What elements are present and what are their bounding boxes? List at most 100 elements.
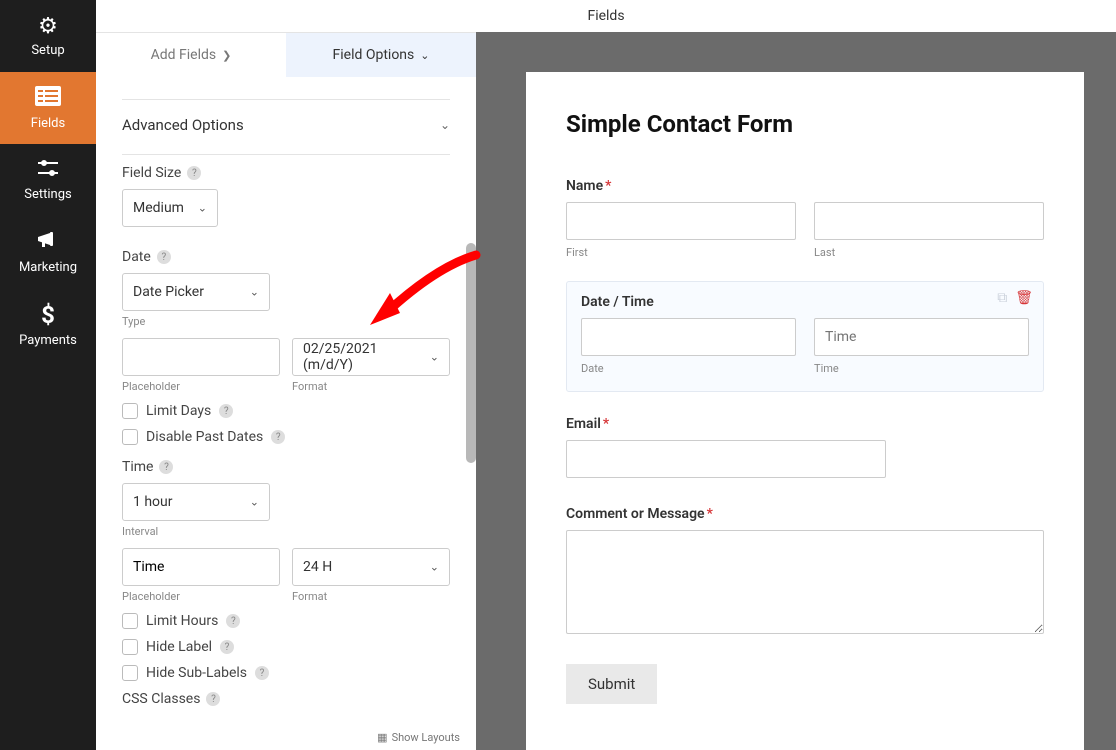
input-date-placeholder[interactable] (122, 338, 280, 376)
label-css-classes: CSS Classes ? (122, 691, 450, 707)
dollar-icon: $ (41, 301, 55, 329)
trash-icon[interactable]: 🗑 (1015, 290, 1033, 306)
divider (122, 154, 450, 155)
checkbox-icon (122, 429, 138, 445)
field-label-name: Name* (566, 178, 1044, 194)
input-last-name[interactable] (814, 202, 1044, 240)
form-icon (35, 86, 61, 112)
sublabel-type: Type (122, 315, 450, 328)
required-icon: * (605, 178, 611, 194)
show-layouts-link[interactable]: ▦ Show Layouts (377, 731, 460, 744)
form-preview: Simple Contact Form Name* First Last ⧉ 🗑… (526, 72, 1084, 750)
tab-add-fields[interactable]: Add Fields ❯ (96, 33, 286, 77)
required-icon: * (707, 506, 713, 522)
select-value: Date Picker (133, 284, 204, 300)
select-field-size[interactable]: Medium ⌄ (122, 189, 218, 227)
tab-label: Field Options (333, 47, 415, 63)
sidebar-item-label: Setup (31, 43, 64, 58)
field-label-email: Email* (566, 416, 1044, 432)
help-icon[interactable]: ? (220, 640, 234, 654)
panel-body: Advanced Options ⌄ Field Size ? Medium ⌄… (96, 77, 476, 750)
submit-button[interactable]: Submit (566, 664, 657, 704)
input-date[interactable] (581, 318, 796, 356)
label-date: Date ? (122, 249, 450, 265)
chevron-down-icon: ⌄ (420, 49, 429, 62)
options-panel: Add Fields ❯ Field Options ⌄ Advanced Op… (96, 32, 476, 750)
grid-icon: ▦ (377, 731, 387, 744)
checkbox-disable-past[interactable]: Disable Past Dates ? (122, 429, 450, 445)
tab-field-options[interactable]: Field Options ⌄ (286, 33, 476, 77)
checkbox-icon (122, 403, 138, 419)
scrollbar[interactable] (466, 243, 476, 463)
sidebar-item-settings[interactable]: Settings (0, 144, 96, 216)
select-time-interval[interactable]: 1 hour ⌄ (122, 483, 270, 521)
checkbox-limit-hours[interactable]: Limit Hours ? (122, 613, 450, 629)
sublabel-format: Format (292, 380, 450, 393)
preview-area: Simple Contact Form Name* First Last ⧉ 🗑… (476, 32, 1116, 750)
help-icon[interactable]: ? (226, 614, 240, 628)
label-field-size: Field Size ? (122, 165, 450, 181)
sidebar-item-fields[interactable]: Fields (0, 72, 96, 144)
sidebar-item-marketing[interactable]: Marketing (0, 216, 96, 288)
checkbox-icon (122, 613, 138, 629)
input-email[interactable] (566, 440, 886, 478)
help-icon[interactable]: ? (157, 250, 171, 264)
help-icon[interactable]: ? (219, 404, 233, 418)
section-advanced-options[interactable]: Advanced Options ⌄ (122, 100, 450, 146)
select-value: Medium (133, 200, 184, 216)
topbar: Fields (96, 0, 1116, 32)
input-time-placeholder[interactable] (122, 548, 280, 586)
gear-icon: ⚙ (38, 14, 58, 39)
select-value: 24 H (303, 559, 332, 575)
help-icon[interactable]: ? (271, 430, 285, 444)
sublabel-placeholder: Placeholder (122, 590, 280, 603)
chevron-down-icon: ⌄ (440, 118, 450, 132)
help-icon[interactable]: ? (255, 666, 269, 680)
field-label-comment: Comment or Message* (566, 506, 1044, 522)
select-value: 1 hour (133, 494, 173, 510)
select-date-format[interactable]: 02/25/2021 (m/d/Y) ⌄ (292, 338, 450, 376)
select-time-format[interactable]: 24 H ⌄ (292, 548, 450, 586)
chevron-down-icon: ⌄ (250, 286, 259, 299)
tab-label: Add Fields (151, 47, 217, 63)
sidebar-item-label: Fields (31, 116, 65, 131)
sidebar-item-label: Marketing (19, 260, 77, 275)
help-icon[interactable]: ? (159, 460, 173, 474)
sidebar-item-label: Payments (19, 333, 77, 348)
checkbox-limit-days[interactable]: Limit Days ? (122, 403, 450, 419)
panel-tabs: Add Fields ❯ Field Options ⌄ (96, 33, 476, 77)
sliders-icon (36, 158, 60, 183)
field-block-datetime[interactable]: ⧉ 🗑 Date / Time Date Time (566, 281, 1044, 392)
input-time[interactable] (814, 318, 1029, 356)
select-value: 02/25/2021 (m/d/Y) (303, 341, 421, 373)
nav-sidebar: ⚙ Setup Fields Settings Marketing $ Paym… (0, 0, 96, 750)
chevron-down-icon: ⌄ (430, 561, 439, 574)
chevron-right-icon: ❯ (222, 49, 231, 62)
duplicate-icon[interactable]: ⧉ (997, 290, 1007, 306)
section-title: Advanced Options (122, 116, 244, 134)
topbar-title: Fields (587, 8, 624, 24)
help-icon[interactable]: ? (187, 166, 201, 180)
textarea-comment[interactable] (566, 530, 1044, 634)
input-first-name[interactable] (566, 202, 796, 240)
sublabel-interval: Interval (122, 525, 450, 538)
sublabel-first: First (566, 246, 796, 259)
checkbox-icon (122, 665, 138, 681)
field-toolbar: ⧉ 🗑 (997, 290, 1033, 306)
chevron-down-icon: ⌄ (430, 351, 439, 364)
sidebar-item-payments[interactable]: $ Payments (0, 288, 96, 360)
checkbox-hide-sublabels[interactable]: Hide Sub-Labels ? (122, 665, 450, 681)
sidebar-item-label: Settings (24, 187, 71, 202)
sublabel-placeholder: Placeholder (122, 380, 280, 393)
sublabel-date: Date (581, 362, 796, 375)
checkbox-icon (122, 639, 138, 655)
checkbox-hide-label[interactable]: Hide Label ? (122, 639, 450, 655)
chevron-down-icon: ⌄ (198, 202, 207, 215)
form-title: Simple Contact Form (566, 110, 1044, 138)
label-time: Time ? (122, 459, 450, 475)
help-icon[interactable]: ? (206, 692, 220, 706)
sidebar-item-setup[interactable]: ⚙ Setup (0, 0, 96, 72)
field-label-datetime: Date / Time (581, 294, 1029, 310)
select-date-type[interactable]: Date Picker ⌄ (122, 273, 270, 311)
sublabel-last: Last (814, 246, 1044, 259)
